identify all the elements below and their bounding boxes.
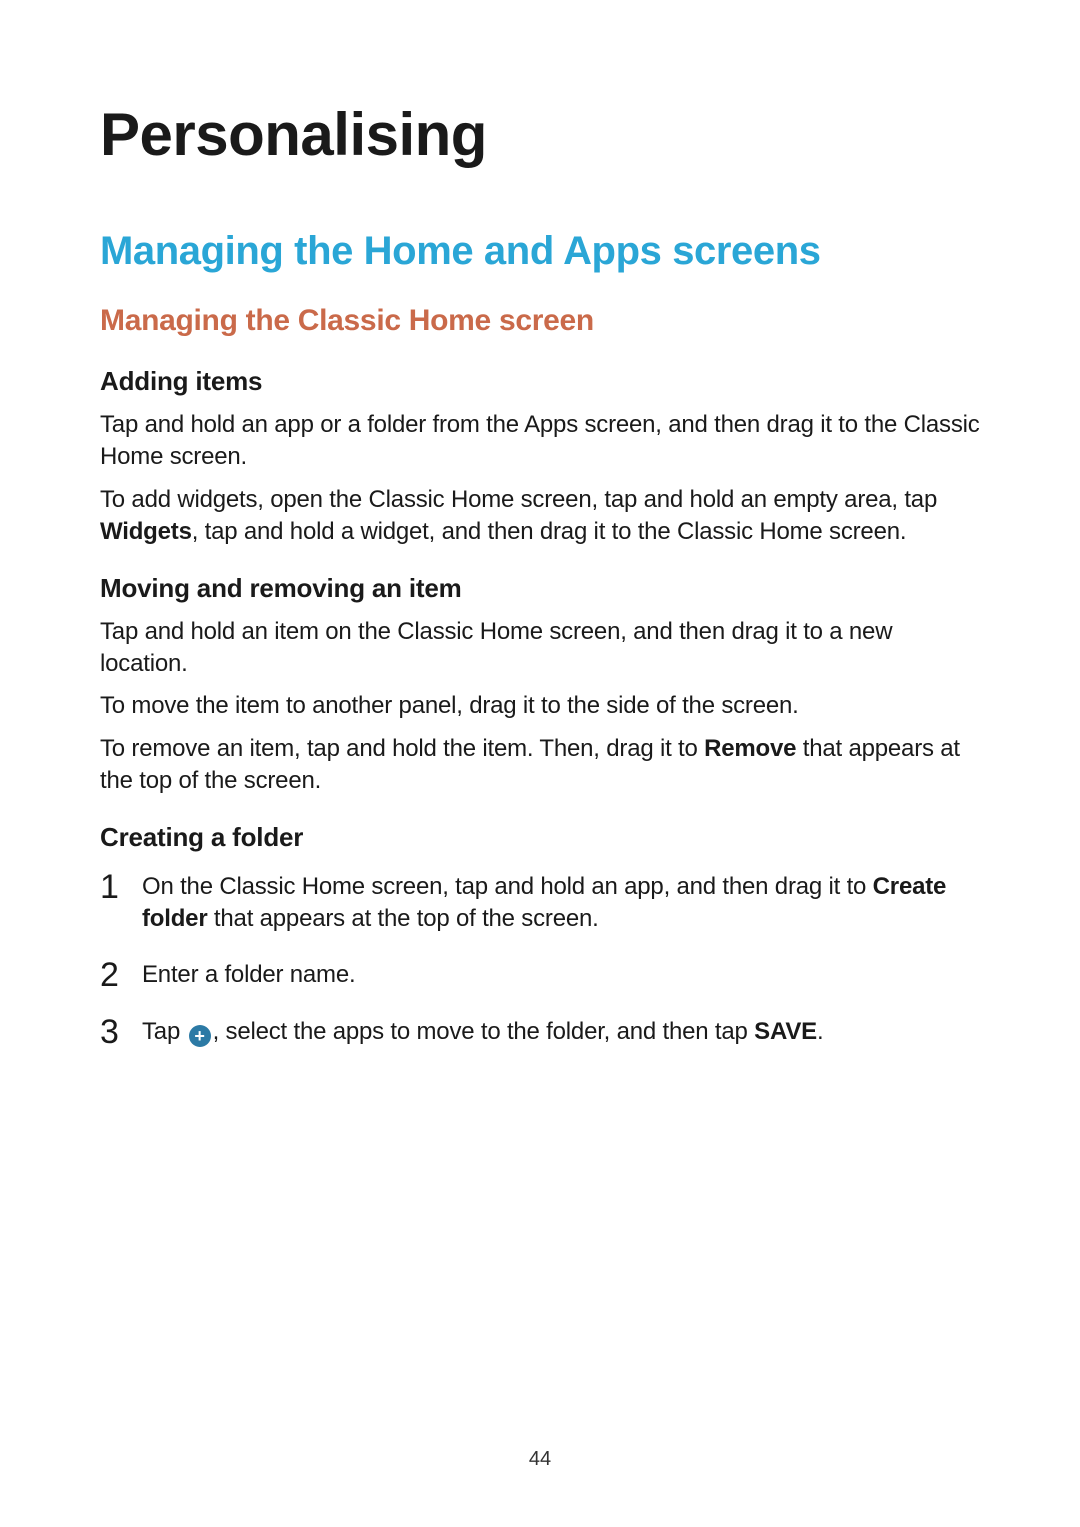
bold-text-widgets: Widgets (100, 518, 192, 545)
step-3: Tap +, select the apps to move to the fo… (100, 1016, 980, 1048)
add-icon: + (189, 1025, 211, 1047)
text-run: To add widgets, open the Classic Home sc… (100, 486, 937, 513)
topic-heading-creating-folder: Creating a folder (100, 822, 980, 853)
bold-text-remove: Remove (704, 735, 796, 762)
page-number: 44 (0, 1448, 1080, 1471)
step-1: On the Classic Home screen, tap and hold… (100, 871, 980, 936)
bold-text-save: SAVE (754, 1018, 817, 1045)
topic-heading-moving-removing: Moving and removing an item (100, 573, 980, 604)
numbered-steps: On the Classic Home screen, tap and hold… (100, 871, 980, 1049)
section-heading: Managing the Home and Apps screens (100, 229, 980, 274)
step-2: Enter a folder name. (100, 959, 980, 991)
text-run: To remove an item, tap and hold the item… (100, 735, 704, 762)
paragraph: To remove an item, tap and hold the item… (100, 733, 980, 798)
topic-heading-adding-items: Adding items (100, 366, 980, 397)
paragraph: To add widgets, open the Classic Home sc… (100, 484, 980, 549)
text-run: , select the apps to move to the folder,… (213, 1018, 755, 1045)
page-title: Personalising (100, 100, 980, 169)
text-run: Tap (142, 1018, 187, 1045)
text-run: , tap and hold a widget, and then drag i… (192, 518, 907, 545)
document-page: Personalising Managing the Home and Apps… (0, 0, 1080, 1048)
subsection-heading: Managing the Classic Home screen (100, 304, 980, 338)
paragraph: To move the item to another panel, drag … (100, 690, 980, 722)
text-run: . (817, 1018, 823, 1045)
text-run: that appears at the top of the screen. (207, 905, 598, 932)
text-run: Enter a folder name. (142, 961, 355, 988)
paragraph: Tap and hold an app or a folder from the… (100, 409, 980, 474)
text-run: On the Classic Home screen, tap and hold… (142, 873, 873, 900)
paragraph: Tap and hold an item on the Classic Home… (100, 616, 980, 681)
